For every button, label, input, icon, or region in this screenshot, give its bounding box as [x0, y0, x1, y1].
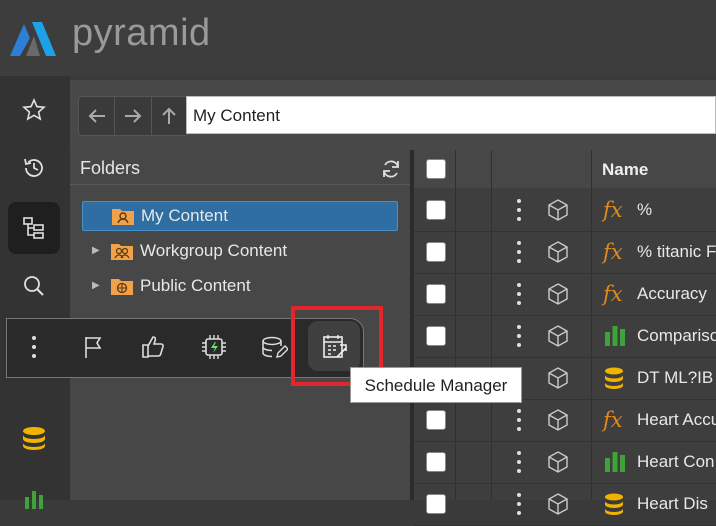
cube-icon	[546, 282, 570, 311]
row-menu-icon[interactable]	[516, 409, 522, 431]
content-tree-button[interactable]	[8, 202, 60, 254]
row-menu-icon[interactable]	[516, 325, 522, 347]
select-all-checkbox[interactable]	[426, 159, 446, 179]
up-button[interactable]	[152, 97, 187, 135]
folder-label: Workgroup Content	[140, 241, 288, 260]
user-folder-icon	[112, 209, 134, 225]
public-folder-icon	[111, 279, 133, 295]
row-checkbox[interactable]	[426, 452, 446, 472]
database-icon	[603, 492, 625, 521]
row-checkbox[interactable]	[426, 494, 446, 514]
like-button[interactable]	[133, 326, 173, 368]
cube-icon	[546, 408, 570, 437]
folder-label: Public Content	[140, 276, 251, 295]
path-field[interactable]: My Content	[186, 96, 716, 134]
favorites-button[interactable]	[8, 84, 60, 136]
history-icon	[24, 158, 43, 177]
row-checkbox[interactable]	[426, 242, 446, 262]
row-checkbox[interactable]	[426, 410, 446, 430]
discover-button[interactable]	[8, 470, 60, 522]
item-name: % titanic F	[637, 242, 716, 261]
divider	[70, 184, 410, 185]
cube-icon	[546, 240, 570, 269]
item-name: Accuracy	[637, 284, 707, 303]
arrow-up-icon	[162, 107, 177, 124]
search-button[interactable]	[8, 260, 60, 312]
row-checkbox[interactable]	[426, 326, 446, 346]
formula-icon: fx	[603, 408, 623, 432]
formula-icon: fx	[603, 240, 623, 264]
folder-workgroup-content[interactable]: Workgroup Content	[110, 236, 287, 266]
row-checkbox[interactable]	[426, 284, 446, 304]
database-icon	[603, 366, 625, 395]
history-button[interactable]	[8, 142, 60, 194]
item-name: Comparison	[637, 326, 716, 345]
arrow-left-icon	[88, 109, 105, 123]
refresh-icon[interactable]	[380, 158, 402, 180]
formula-icon: fx	[603, 282, 623, 306]
group-folder-icon	[111, 244, 133, 260]
row-checkbox[interactable]	[426, 200, 446, 220]
cube-icon	[546, 198, 570, 227]
cube-icon	[546, 450, 570, 479]
thumbs-up-icon	[142, 336, 164, 358]
database-edit-icon	[262, 336, 288, 358]
row-menu-icon[interactable]	[516, 199, 522, 221]
database-icon	[23, 427, 45, 450]
row-menu-icon[interactable]	[516, 283, 522, 305]
chart-icon	[603, 450, 627, 477]
tooltip: Schedule Manager	[350, 367, 522, 403]
folder-label: My Content	[141, 206, 228, 225]
cube-icon	[546, 492, 570, 521]
content-tree-icon	[23, 217, 44, 239]
row-menu-icon[interactable]	[516, 241, 522, 263]
nav-buttons	[78, 96, 188, 136]
formula-icon: fx	[603, 198, 623, 222]
item-name: %	[637, 200, 653, 219]
flag-button[interactable]	[74, 326, 114, 368]
chip-icon	[202, 335, 226, 359]
data-button[interactable]	[8, 412, 60, 464]
forward-button[interactable]	[115, 97, 152, 135]
cube-icon	[546, 366, 570, 395]
row-menu-icon[interactable]	[516, 493, 522, 515]
item-name: Heart Con	[637, 452, 715, 471]
folder-my-content[interactable]: My Content	[82, 201, 398, 231]
pyramid-logo-icon	[10, 22, 56, 56]
item-name: DT ML?IB	[637, 368, 714, 387]
item-name: Heart Accu	[637, 410, 716, 429]
more-menu-icon[interactable]	[31, 336, 37, 358]
expand-caret-icon[interactable]: ▶	[92, 280, 100, 291]
folders-title: Folders	[80, 158, 141, 178]
grid-header	[414, 150, 716, 188]
folder-public-content[interactable]: Public Content	[110, 271, 251, 301]
chart-icon	[603, 324, 627, 351]
data-source-button[interactable]	[254, 326, 294, 368]
arrow-right-icon	[124, 109, 142, 123]
process-button[interactable]	[194, 326, 234, 368]
item-name: Heart Dis	[637, 494, 708, 513]
name-column-header[interactable]: Name	[602, 160, 648, 180]
app-logo-text: pyramid	[72, 12, 211, 54]
search-icon	[24, 276, 44, 296]
cube-icon	[546, 324, 570, 353]
chart-icon	[25, 491, 43, 509]
star-icon	[22, 98, 46, 121]
back-button[interactable]	[79, 97, 116, 135]
flag-icon	[85, 337, 102, 358]
expand-caret-icon[interactable]: ▶	[92, 245, 100, 256]
row-menu-icon[interactable]	[516, 451, 522, 473]
